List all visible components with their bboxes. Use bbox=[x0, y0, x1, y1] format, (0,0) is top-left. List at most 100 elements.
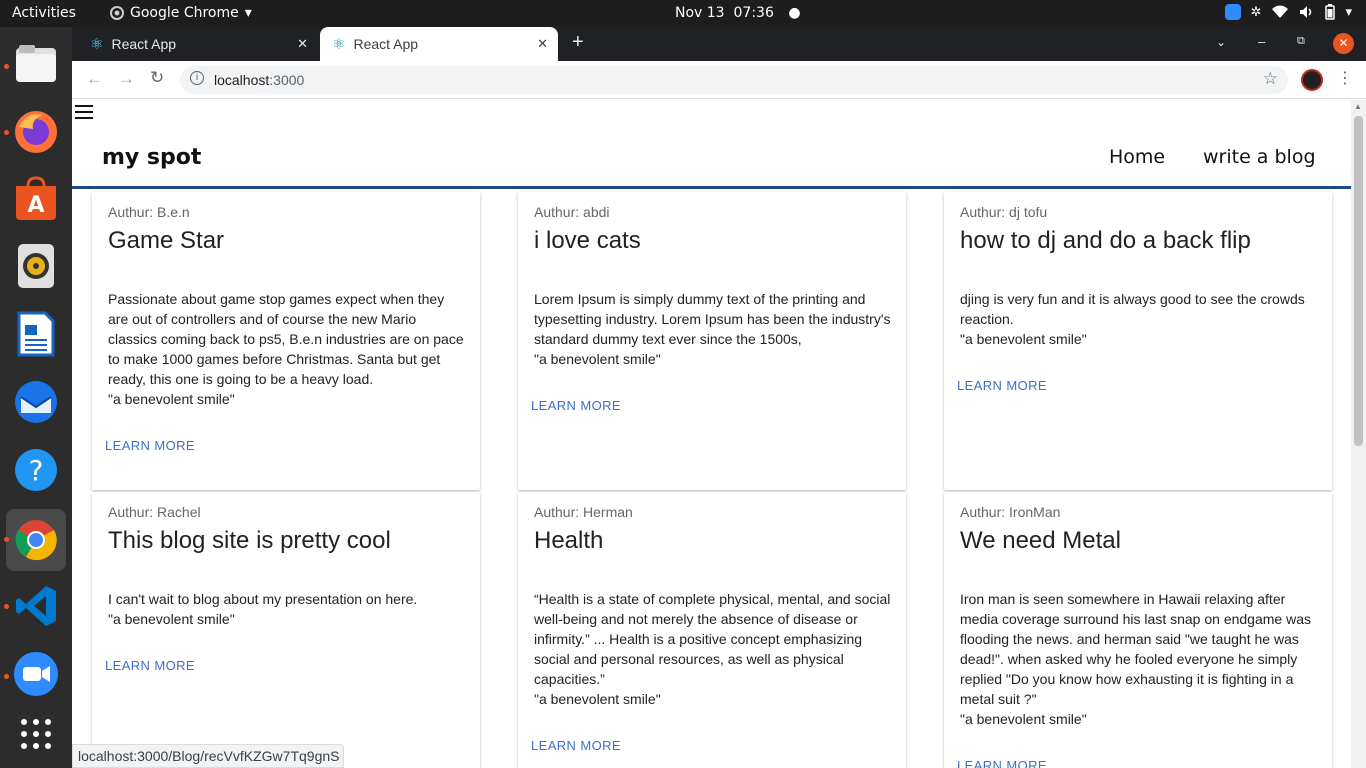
system-menu-caret-icon: ▾ bbox=[1345, 4, 1352, 20]
thunderbird-dock-item[interactable] bbox=[12, 378, 60, 426]
tab-title: React App bbox=[353, 36, 419, 52]
card-body: Lorem Ipsum is simply dummy text of the … bbox=[534, 291, 891, 367]
blog-card: Authur: dj tofu how to dj and do a back … bbox=[944, 192, 1332, 490]
blog-card: Authur: B.e.n Game Star Passionate about… bbox=[92, 192, 480, 490]
learn-more-button[interactable]: LEARN MORE bbox=[531, 398, 621, 413]
blog-card: Authur: Rachel This blog site is pretty … bbox=[92, 492, 480, 768]
url-host: localhost bbox=[214, 72, 270, 88]
tab-title: React App bbox=[111, 36, 177, 52]
card-body: Iron man is seen somewhere in Hawaii rel… bbox=[960, 591, 1311, 727]
chrome-dock-item[interactable] bbox=[6, 509, 66, 571]
browser-tab[interactable]: ⚛ React App ✕ bbox=[72, 27, 318, 61]
tab-search-icon[interactable]: ⌄ bbox=[1216, 35, 1226, 49]
notification-dot-icon: ● bbox=[788, 5, 801, 21]
zoom-tray-icon bbox=[1224, 4, 1241, 20]
zoom-dock-item[interactable] bbox=[12, 650, 60, 698]
battery-icon bbox=[1325, 4, 1336, 20]
running-indicator bbox=[4, 130, 9, 135]
site-brand[interactable]: my spot bbox=[102, 145, 201, 170]
learn-more-button[interactable]: LEARN MORE bbox=[957, 378, 1047, 393]
forward-icon[interactable]: → bbox=[118, 69, 135, 89]
info-icon: i bbox=[190, 71, 204, 85]
zoom-icon bbox=[14, 652, 58, 696]
browser-toolbar: ← → ↻ i localhost:3000 ☆ ⋮ bbox=[72, 61, 1366, 99]
help-icon: ? bbox=[15, 449, 57, 491]
hamburger-menu-icon[interactable] bbox=[75, 105, 93, 119]
firefox-icon bbox=[15, 111, 57, 153]
menu-kebab-icon[interactable]: ⋮ bbox=[1337, 68, 1353, 88]
chrome-icon bbox=[15, 520, 57, 561]
card-author: Authur: dj tofu bbox=[960, 204, 1048, 220]
learn-more-button[interactable]: LEARN MORE bbox=[105, 438, 195, 453]
close-tab-icon[interactable]: ✕ bbox=[537, 36, 548, 52]
card-title: how to dj and do a back flip bbox=[960, 227, 1251, 254]
svg-text:A: A bbox=[27, 193, 44, 218]
vscode-dock-item[interactable] bbox=[12, 582, 60, 630]
running-indicator bbox=[4, 674, 9, 679]
card-author: Authur: abdi bbox=[534, 204, 610, 220]
files-dock-item[interactable] bbox=[12, 40, 60, 88]
show-apps-button[interactable] bbox=[12, 710, 60, 758]
card-author: Authur: B.e.n bbox=[108, 204, 190, 220]
card-title: We need Metal bbox=[960, 527, 1121, 554]
wifi-icon bbox=[1272, 5, 1289, 18]
card-title: Health bbox=[534, 527, 604, 554]
app-grid-icon bbox=[21, 719, 51, 749]
rhythmbox-dock-item[interactable] bbox=[12, 242, 60, 290]
page-viewport: my spot Home write a blog Authur: B.e.n … bbox=[72, 100, 1351, 768]
slack-tray-icon: ✲ bbox=[1250, 4, 1262, 20]
address-bar[interactable]: i localhost:3000 ☆ bbox=[180, 66, 1288, 94]
scroll-up-icon[interactable]: ▲ bbox=[1354, 102, 1362, 111]
chrome-small-icon bbox=[110, 6, 124, 20]
dock: A ? bbox=[0, 27, 72, 768]
files-icon bbox=[16, 45, 56, 82]
nav-home-link[interactable]: Home bbox=[1109, 146, 1165, 168]
writer-dock-item[interactable] bbox=[12, 310, 60, 358]
running-indicator bbox=[4, 64, 9, 69]
profile-avatar[interactable] bbox=[1301, 69, 1323, 91]
close-window-icon[interactable]: ✕ bbox=[1333, 33, 1354, 54]
card-author: Authur: IronMan bbox=[960, 504, 1061, 520]
minimize-icon[interactable]: – bbox=[1258, 34, 1265, 49]
running-indicator bbox=[4, 604, 9, 609]
system-tray[interactable]: ✲ ▾ bbox=[1224, 4, 1352, 20]
app-menu[interactable]: Google Chrome ▾ bbox=[110, 5, 252, 21]
reload-icon[interactable]: ↻ bbox=[150, 68, 164, 88]
new-tab-icon[interactable]: + bbox=[572, 31, 584, 54]
software-store-icon: A bbox=[16, 176, 56, 220]
caret-down-icon: ▾ bbox=[244, 5, 252, 21]
scrollbar-thumb[interactable] bbox=[1354, 116, 1363, 446]
card-author: Authur: Rachel bbox=[108, 504, 201, 520]
tab-strip: ⚛ React App ✕ ⚛ React App ✕ + ⌄ – ⧉ ✕ bbox=[72, 27, 1366, 61]
firefox-dock-item[interactable] bbox=[12, 108, 60, 156]
volume-icon bbox=[1300, 6, 1312, 18]
app-name: Google Chrome bbox=[130, 5, 239, 21]
clock[interactable]: Nov 13 07:36 ● bbox=[675, 5, 801, 21]
learn-more-button[interactable]: LEARN MORE bbox=[957, 758, 1047, 768]
card-title: i love cats bbox=[534, 227, 641, 254]
close-tab-icon[interactable]: ✕ bbox=[297, 36, 308, 52]
browser-tab-active[interactable]: ⚛ React App ✕ bbox=[320, 27, 558, 61]
software-dock-item[interactable]: A bbox=[12, 174, 60, 222]
help-dock-item[interactable]: ? bbox=[12, 446, 60, 494]
back-icon[interactable]: ← bbox=[86, 69, 103, 89]
system-top-bar: Activities Google Chrome ▾ Nov 13 07:36 … bbox=[0, 0, 1366, 27]
page-scrollbar[interactable]: ▲ bbox=[1351, 100, 1366, 768]
react-favicon-icon: ⚛ bbox=[90, 36, 104, 53]
learn-more-button[interactable]: LEARN MORE bbox=[531, 738, 621, 753]
card-body: Passionate about game stop games expect … bbox=[108, 291, 464, 407]
time-text: 07:36 bbox=[733, 5, 774, 21]
card-body: djing is very fun and it is always good … bbox=[960, 291, 1305, 347]
learn-more-button[interactable]: LEARN MORE bbox=[105, 658, 195, 673]
thunderbird-icon bbox=[15, 381, 57, 423]
svg-text:?: ? bbox=[29, 454, 44, 487]
activities-button[interactable]: Activities bbox=[12, 5, 76, 21]
speaker-icon bbox=[18, 244, 54, 288]
maximize-icon[interactable]: ⧉ bbox=[1297, 35, 1305, 48]
running-indicator bbox=[4, 537, 9, 542]
nav-write-blog-link[interactable]: write a blog bbox=[1203, 146, 1316, 168]
url-port: :3000 bbox=[269, 72, 305, 88]
card-title: Game Star bbox=[108, 227, 225, 254]
bookmark-star-icon[interactable]: ☆ bbox=[1263, 69, 1278, 89]
link-status-bubble: localhost:3000/Blog/recVvfKZGw7Tq9gnS bbox=[72, 744, 345, 768]
